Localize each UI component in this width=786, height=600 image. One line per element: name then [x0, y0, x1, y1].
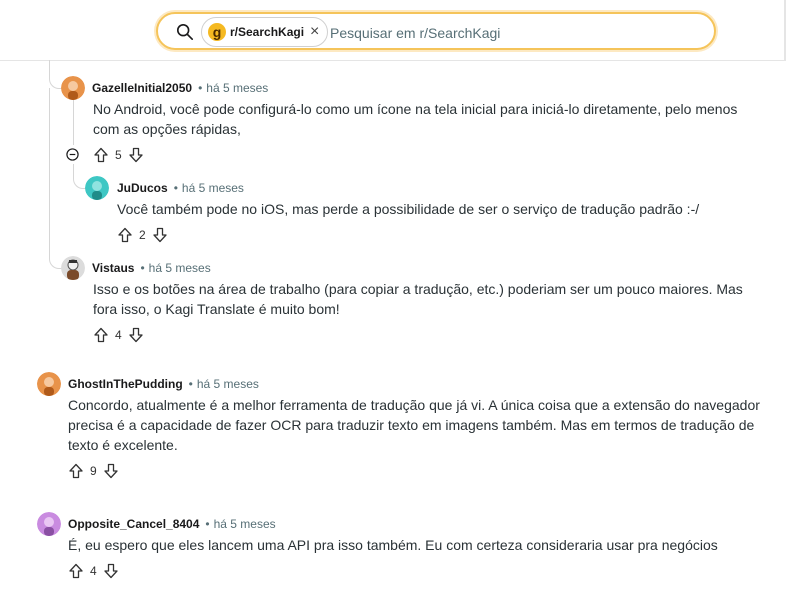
comment-body: No Android, você pode configurá-lo como …: [93, 101, 738, 137]
thread-line: [73, 100, 74, 145]
comment-author[interactable]: JuDucos: [117, 181, 168, 195]
upvote-icon[interactable]: [68, 463, 84, 479]
comment-author[interactable]: GazelleInitial2050: [92, 81, 192, 95]
avatar[interactable]: [61, 76, 85, 100]
comment-time[interactable]: há 5 meses: [206, 81, 268, 95]
close-icon[interactable]: ×: [310, 24, 319, 40]
avatar[interactable]: [37, 372, 61, 396]
vote-count: 2: [139, 228, 146, 242]
comment-body: Você também pode no iOS, mas perde a pos…: [117, 201, 700, 217]
upvote-icon[interactable]: [93, 147, 109, 163]
vote-bar: 4: [93, 327, 144, 343]
downvote-icon[interactable]: [103, 563, 119, 579]
subreddit-chip[interactable]: g r/SearchKagi ×: [201, 17, 329, 47]
top-bar: g r/SearchKagi ×: [0, 0, 786, 61]
search-icon[interactable]: [176, 23, 194, 41]
vote-count: 5: [115, 148, 122, 162]
downvote-icon[interactable]: [128, 147, 144, 163]
downvote-icon[interactable]: [103, 463, 119, 479]
downvote-icon[interactable]: [128, 327, 144, 343]
vote-count: 9: [90, 464, 97, 478]
thread-line: [49, 60, 62, 89]
vote-bar: 5: [93, 147, 144, 163]
collapse-icon[interactable]: [66, 148, 79, 161]
avatar[interactable]: [37, 512, 61, 536]
subreddit-chip-label: r/SearchKagi: [230, 25, 305, 39]
vote-count: 4: [90, 564, 97, 578]
comment-time[interactable]: há 5 meses: [182, 181, 244, 195]
comment-author[interactable]: GhostInThePudding: [68, 377, 183, 391]
vote-bar: 9: [68, 463, 119, 479]
search-box[interactable]: g r/SearchKagi ×: [156, 12, 716, 50]
vote-bar: 4: [68, 563, 119, 579]
comment-author[interactable]: Opposite_Cancel_8404: [68, 517, 199, 531]
comment-body: Isso e os botões na área de trabalho (pa…: [93, 281, 743, 317]
avatar[interactable]: [85, 176, 109, 200]
comment-body: Concordo, atualmente é a melhor ferramen…: [68, 397, 760, 453]
search-input[interactable]: [328, 18, 692, 48]
downvote-icon[interactable]: [152, 227, 168, 243]
upvote-icon[interactable]: [117, 227, 133, 243]
comment-author[interactable]: Vistaus: [92, 261, 134, 275]
upvote-icon[interactable]: [93, 327, 109, 343]
vote-count: 4: [115, 328, 122, 342]
avatar[interactable]: [61, 256, 85, 280]
comment-time[interactable]: há 5 meses: [149, 261, 211, 275]
comment-body: É, eu espero que eles lancem uma API pra…: [68, 537, 718, 553]
thread-line: [49, 88, 50, 258]
comment-time[interactable]: há 5 meses: [197, 377, 259, 391]
comment-time[interactable]: há 5 meses: [214, 517, 276, 531]
kagi-logo-icon: g: [208, 23, 226, 41]
vote-bar: 2: [117, 227, 168, 243]
upvote-icon[interactable]: [68, 563, 84, 579]
